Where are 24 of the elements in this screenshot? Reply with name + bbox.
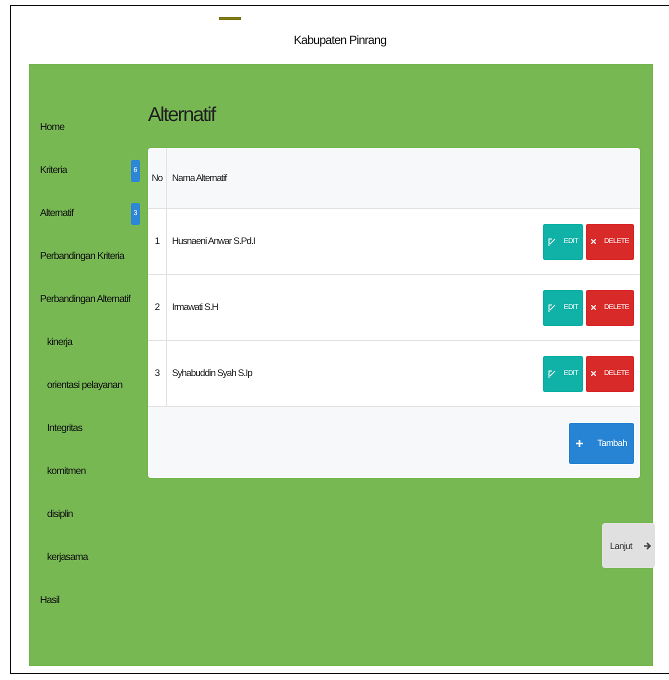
sidebar-item[interactable]: Alternatif: [40, 208, 74, 219]
sidebar-item[interactable]: Integritas: [47, 423, 82, 434]
table-cell: 1: [154, 236, 160, 247]
sidebar-item[interactable]: disiplin: [47, 509, 73, 520]
sidebar-item[interactable]: Kriteria: [40, 165, 67, 176]
add-button[interactable]: Tambah: [569, 422, 634, 464]
sidebar-item[interactable]: kerjasama: [47, 552, 88, 563]
sidebar-item[interactable]: Hasil: [40, 595, 60, 606]
column-header: No: [152, 172, 162, 184]
column-header: Nama Alternatif: [172, 172, 226, 184]
table-cell: 3: [154, 368, 160, 379]
site-title: Kabupaten Pinrang: [294, 33, 386, 47]
sidebar-item[interactable]: kinerja: [47, 337, 72, 348]
next-button[interactable]: Lanjut: [602, 523, 655, 568]
table-cell: Syhabuddin Syah S.Ip: [172, 368, 252, 379]
sidebar-item[interactable]: Perbandingan Kriteria: [40, 251, 124, 262]
sidebar-item[interactable]: komitmen: [47, 466, 86, 477]
table-cell: Husnaeni Anwar S.Pd.I: [172, 236, 255, 247]
sidebar-item[interactable]: Home: [40, 122, 64, 133]
sidebar-item[interactable]: orientasi pelayanan: [47, 380, 122, 391]
sidebar-item[interactable]: Perbandingan Alternatif: [40, 294, 130, 305]
page-title: Alternatif: [148, 103, 217, 128]
table-cell: 2: [154, 302, 160, 313]
table-cell: Irmawati S.H: [172, 302, 218, 313]
